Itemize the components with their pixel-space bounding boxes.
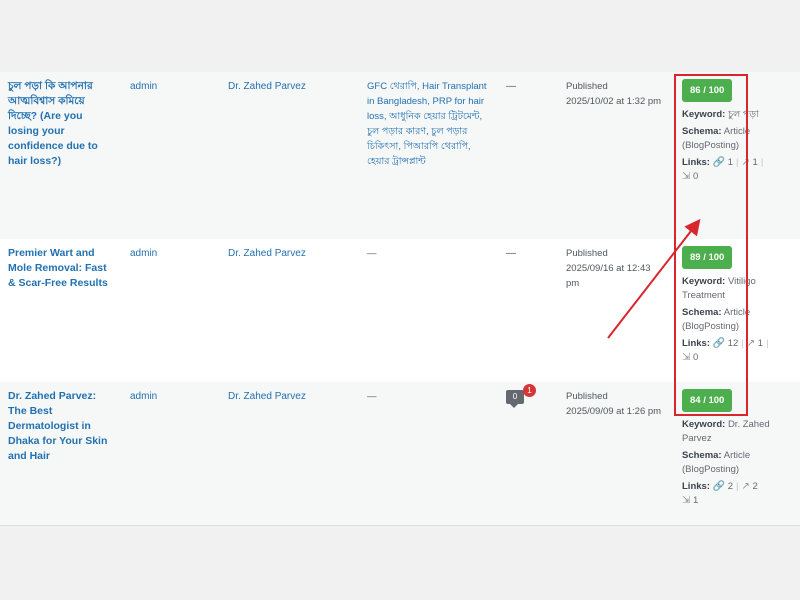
seo-links: Links: 🔗 1 | ↗ 1 | ⇲ 0 — [682, 157, 764, 182]
seo-links: Links: 🔗 12 | ↗ 1 | ⇲ 0 — [682, 338, 769, 363]
schema-label: Schema: — [682, 126, 722, 137]
category-link[interactable]: Dr. Zahed Parvez — [228, 81, 306, 92]
post-status: Published — [566, 248, 608, 259]
incoming-links-count: 0 — [693, 171, 699, 182]
table-row: Dr. Zahed Parvez: The Best Dermatologist… — [0, 382, 800, 526]
pending-comments-badge[interactable]: 1 — [523, 384, 536, 397]
author-cell: admin — [122, 382, 220, 526]
link-icon: 🔗 — [712, 338, 726, 349]
schema-label: Schema: — [682, 307, 722, 318]
seo-links: Links: 🔗 2 | ↗ 2 ⇲ 1 — [682, 481, 758, 506]
link-icon: 🔗 — [712, 481, 726, 492]
date-cell: Published 2025/10/02 at 1:32 pm — [558, 72, 674, 239]
comment-count: 0 — [512, 392, 518, 401]
seo-keyword: Keyword: Vitiligo Treatment — [682, 275, 792, 303]
comments-cell: — — [498, 72, 558, 239]
category-link[interactable]: Dr. Zahed Parvez — [228, 248, 306, 259]
external-link-icon: ↗ — [746, 338, 756, 349]
post-date: 2025/09/16 at 12:43 pm — [566, 263, 651, 289]
comments-value: — — [506, 81, 516, 92]
seo-schema: Schema: Article (BlogPosting) — [682, 449, 792, 477]
seo-score-badge[interactable]: 89 / 100 — [682, 246, 733, 269]
tags-list[interactable]: GFC থেরাপি, Hair Transplant in Banglades… — [367, 81, 487, 167]
post-title-cell: Dr. Zahed Parvez: The Best Dermatologist… — [0, 382, 122, 526]
external-links-count: 2 — [752, 481, 758, 492]
category-cell: Dr. Zahed Parvez — [220, 382, 359, 526]
schema-label: Schema: — [682, 450, 722, 461]
post-status: Published — [566, 81, 608, 92]
date-cell: Published 2025/09/09 at 1:26 pm — [558, 382, 674, 526]
link-icon: 🔗 — [712, 157, 726, 168]
post-date: 2025/09/09 at 1:26 pm — [566, 406, 662, 417]
author-link[interactable]: admin — [130, 248, 157, 259]
comments-cell: 01 — [498, 382, 558, 526]
tags-cell: GFC থেরাপি, Hair Transplant in Banglades… — [359, 72, 498, 239]
keyword-label: Keyword: — [682, 419, 726, 430]
incoming-links-count: 1 — [693, 495, 699, 506]
seo-cell: 86 / 100 Keyword: চুল পড়া Schema: Artic… — [674, 72, 800, 239]
links-label: Links: — [682, 481, 710, 492]
date-cell: Published 2025/09/16 at 12:43 pm — [558, 239, 674, 382]
links-label: Links: — [682, 157, 710, 168]
table-row: চুল পড়া কি আপনার আত্মবিশ্বাস কমিয়ে দিচ… — [0, 72, 800, 239]
author-cell: admin — [122, 239, 220, 382]
incoming-link-icon: ⇲ — [682, 171, 691, 182]
keyword-value: চুল পড়া — [727, 109, 759, 120]
seo-cell: 84 / 100 Keyword: Dr. Zahed Parvez Schem… — [674, 382, 800, 526]
table-header-area — [0, 0, 800, 73]
links-label: Links: — [682, 338, 710, 349]
author-link[interactable]: admin — [130, 391, 157, 402]
post-title-cell: Premier Wart and Mole Removal: Fast & Sc… — [0, 239, 122, 382]
seo-score-badge[interactable]: 84 / 100 — [682, 389, 733, 412]
incoming-links-count: 0 — [693, 352, 699, 363]
post-title-cell: চুল পড়া কি আপনার আত্মবিশ্বাস কমিয়ে দিচ… — [0, 72, 122, 239]
incoming-link-icon: ⇲ — [682, 352, 691, 363]
seo-schema: Schema: Article (BlogPosting) — [682, 306, 792, 334]
table-row: Premier Wart and Mole Removal: Fast & Sc… — [0, 239, 800, 382]
author-cell: admin — [122, 72, 220, 239]
seo-schema: Schema: Article (BlogPosting) — [682, 125, 792, 153]
comments-cell: — — [498, 239, 558, 382]
external-link-icon: ↗ — [741, 481, 750, 492]
post-status: Published — [566, 391, 608, 402]
external-link-icon: ↗ — [741, 157, 750, 168]
comments-value: — — [506, 248, 516, 259]
post-date: 2025/10/02 at 1:32 pm — [566, 96, 662, 107]
internal-links-count: 12 — [727, 338, 739, 349]
seo-score-badge[interactable]: 86 / 100 — [682, 79, 733, 102]
category-cell: Dr. Zahed Parvez — [220, 239, 359, 382]
post-title-link[interactable]: Dr. Zahed Parvez: The Best Dermatologist… — [8, 390, 107, 462]
seo-keyword: Keyword: Dr. Zahed Parvez — [682, 418, 792, 446]
posts-table: চুল পড়া কি আপনার আত্মবিশ্বাস কমিয়ে দিচ… — [0, 72, 800, 526]
category-cell: Dr. Zahed Parvez — [220, 72, 359, 239]
category-link[interactable]: Dr. Zahed Parvez — [228, 391, 306, 402]
tags-cell: — — [359, 239, 498, 382]
post-title-link[interactable]: Premier Wart and Mole Removal: Fast & Sc… — [8, 247, 108, 289]
tags-cell: — — [359, 382, 498, 526]
incoming-link-icon: ⇲ — [682, 495, 691, 506]
tags-list: — — [367, 248, 377, 259]
keyword-label: Keyword: — [682, 276, 726, 287]
keyword-label: Keyword: — [682, 109, 726, 120]
seo-cell: 89 / 100 Keyword: Vitiligo Treatment Sch… — [674, 239, 800, 382]
post-title-link[interactable]: চুল পড়া কি আপনার আত্মবিশ্বাস কমিয়ে দিচ… — [8, 80, 98, 167]
author-link[interactable]: admin — [130, 81, 157, 92]
comment-count-bubble[interactable]: 01 — [506, 384, 536, 408]
tags-list: — — [367, 391, 377, 402]
seo-keyword: Keyword: চুল পড়া — [682, 108, 792, 122]
